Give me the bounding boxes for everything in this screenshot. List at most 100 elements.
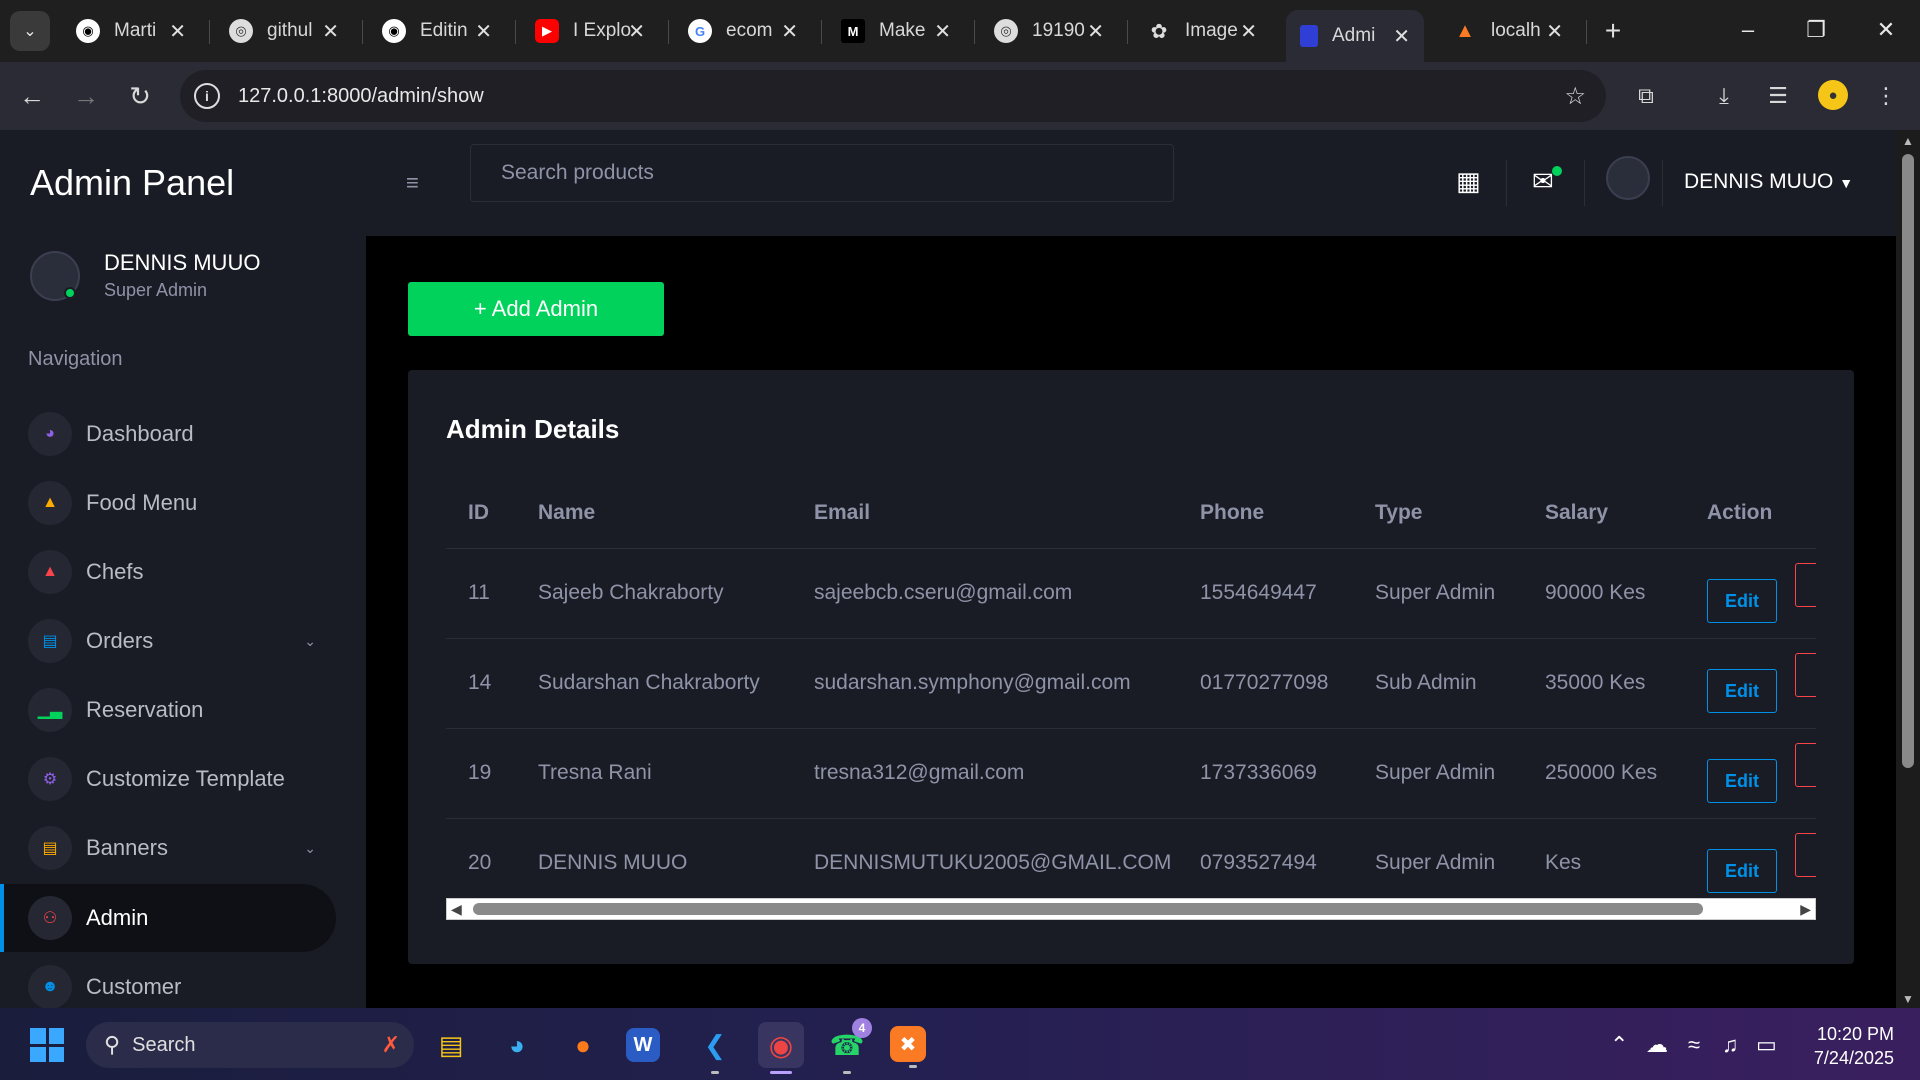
volume-icon[interactable]: ♫ [1722,1032,1739,1058]
whatsapp-icon[interactable]: ☎ 4 [824,1018,872,1074]
battery-icon[interactable]: ▭ [1756,1032,1777,1058]
onedrive-icon[interactable]: ☁ [1646,1032,1668,1058]
url-text[interactable]: 127.0.0.1:8000/admin/show [238,85,484,108]
edit-button[interactable]: Edit [1707,849,1777,893]
windows-start-button[interactable] [30,1028,64,1062]
close-icon[interactable]: ✕ [934,19,951,44]
browser-tab-1[interactable]: ◉ Marti ✕ [62,10,200,52]
column-header-action: Action [1685,478,1816,549]
edge-icon[interactable]: ◕ [494,1022,540,1068]
user-menu-dropdown[interactable]: DENNIS MUUO ▼ [1684,170,1853,194]
edit-button[interactable]: Edit [1707,759,1777,803]
cell-salary: 35000 Kes [1523,638,1685,729]
system-clock[interactable]: 10:20 PM 7/24/2025 [1806,1022,1894,1070]
speedometer-icon: ◕ [28,412,72,456]
hamburger-menu-icon[interactable]: ≡ [406,170,419,196]
file-explorer-icon[interactable]: ▤ [428,1022,474,1068]
search-input[interactable] [470,144,1174,202]
delete-button[interactable] [1795,653,1816,697]
browser-tab-active[interactable]: Admi ✕ [1286,10,1424,62]
tab-search-button[interactable]: ⌄ [10,11,50,51]
bookmark-star-icon[interactable]: ☆ [1564,82,1586,111]
new-tab-button[interactable]: + [1596,14,1630,48]
chevron-up-icon[interactable]: ⌃ [1610,1032,1628,1058]
mail-icon[interactable]: ✉ [1532,166,1554,197]
browser-tab-3[interactable]: ◉ Editin ✕ [368,10,506,52]
cell-phone: 0793527494 [1178,818,1353,898]
youtube-icon: ▶ [535,19,559,43]
card-title: Admin Details [446,414,620,444]
sidebar-item-food-menu[interactable]: ▲ Food Menu [0,469,336,537]
table-scroll-container[interactable]: ID Name Email Phone Type Salary Action 1… [446,478,1816,898]
navbar-avatar[interactable] [1606,156,1650,200]
horizontal-scrollbar[interactable]: ◀ ▶ [446,898,1816,920]
admin-page: Admin Panel DENNIS MUUO Super Admin Navi… [0,130,1920,1008]
wifi-icon[interactable]: ≈ [1688,1032,1700,1058]
scrollbar-thumb[interactable] [473,903,1703,915]
sidebar-item-customer[interactable]: ☻ Customer [0,953,336,1008]
cell-id: 20 [446,818,516,898]
download-icon[interactable]: ⤓ [1706,78,1742,114]
xampp-icon[interactable]: ✖ [890,1026,926,1068]
add-admin-button[interactable]: + Add Admin [408,282,664,336]
close-icon[interactable]: ✕ [628,19,645,44]
word-icon[interactable]: W [626,1028,660,1062]
extensions-icon[interactable]: ⧉ [1628,78,1664,114]
close-icon[interactable]: ✕ [1393,24,1410,49]
taskbar-search[interactable]: ⚲ Search ✗ [86,1022,414,1068]
sidebar-item-orders[interactable]: ▤ Orders ⌄ [0,607,336,675]
reload-button[interactable]: ↻ [122,78,158,114]
cell-email: tresna312@gmail.com [792,728,1178,819]
browser-tab-6[interactable]: M Make ✕ [827,10,965,52]
grid-apps-icon[interactable]: ▦ [1456,166,1481,197]
scroll-right-arrow-icon[interactable]: ▶ [1800,901,1811,918]
forward-button[interactable]: → [68,78,104,114]
sidebar-item-reservation[interactable]: ▁▃ Reservation [0,676,336,744]
close-window-button[interactable]: ✕ [1864,12,1908,48]
address-bar[interactable]: i 127.0.0.1:8000/admin/show ☆ [180,70,1606,122]
close-icon[interactable]: ✕ [322,19,339,44]
sidebar-profile[interactable]: DENNIS MUUO Super Admin [30,250,260,301]
firefox-icon[interactable]: ● [560,1022,606,1068]
brand-title[interactable]: Admin Panel [30,162,234,204]
browser-tab-8[interactable]: ✿ Image ✕ [1133,10,1271,52]
sidebar-item-admin[interactable]: ⚇ Admin [0,884,336,952]
browser-tab-4[interactable]: ▶ I Explo ✕ [521,10,659,52]
sidebar-item-chefs[interactable]: ▲ Chefs [0,538,336,606]
browser-tab-7[interactable]: ◎ 19190 ✕ [980,10,1118,52]
running-indicator [711,1071,719,1074]
delete-button[interactable] [1795,563,1816,607]
browser-tab-2[interactable]: ◎ githul ✕ [215,10,353,52]
close-icon[interactable]: ✕ [1240,19,1257,44]
vertical-scrollbar[interactable]: ▲ ▼ [1896,130,1920,1008]
restore-button[interactable]: ❐ [1794,12,1838,48]
edit-button[interactable]: Edit [1707,579,1777,623]
scroll-up-arrow-icon[interactable]: ▲ [1902,134,1914,148]
minimize-button[interactable]: – [1726,12,1770,48]
cell-action: Edit [1685,818,1816,898]
chrome-icon[interactable]: ◉ [758,1022,804,1074]
close-icon[interactable]: ✕ [169,19,186,44]
site-info-icon[interactable]: i [194,83,220,109]
scroll-left-arrow-icon[interactable]: ◀ [451,901,462,918]
media-control-icon[interactable]: ☰ [1760,78,1796,114]
browser-tab-5[interactable]: G ecom ✕ [674,10,812,52]
browser-tab-10[interactable]: ▲ localh ✕ [1439,10,1577,52]
sidebar-item-dashboard[interactable]: ◕ Dashboard [0,400,336,468]
delete-button[interactable] [1795,833,1816,877]
close-icon[interactable]: ✕ [1546,19,1563,44]
running-indicator [843,1071,851,1074]
back-button[interactable]: ← [14,78,50,114]
sidebar-item-customize-template[interactable]: ⚙ Customize Template [0,745,336,813]
vscode-icon[interactable]: ❮ [692,1022,738,1074]
profile-avatar[interactable]: ● [1818,80,1848,110]
close-icon[interactable]: ✕ [1087,19,1104,44]
delete-button[interactable] [1795,743,1816,787]
close-icon[interactable]: ✕ [475,19,492,44]
menu-kebab-icon[interactable]: ⋮ [1868,78,1904,114]
sidebar-item-banners[interactable]: ▤ Banners ⌄ [0,814,336,882]
scroll-down-arrow-icon[interactable]: ▼ [1902,992,1914,1006]
close-icon[interactable]: ✕ [781,19,798,44]
edit-button[interactable]: Edit [1707,669,1777,713]
scrollbar-thumb[interactable] [1902,154,1914,768]
